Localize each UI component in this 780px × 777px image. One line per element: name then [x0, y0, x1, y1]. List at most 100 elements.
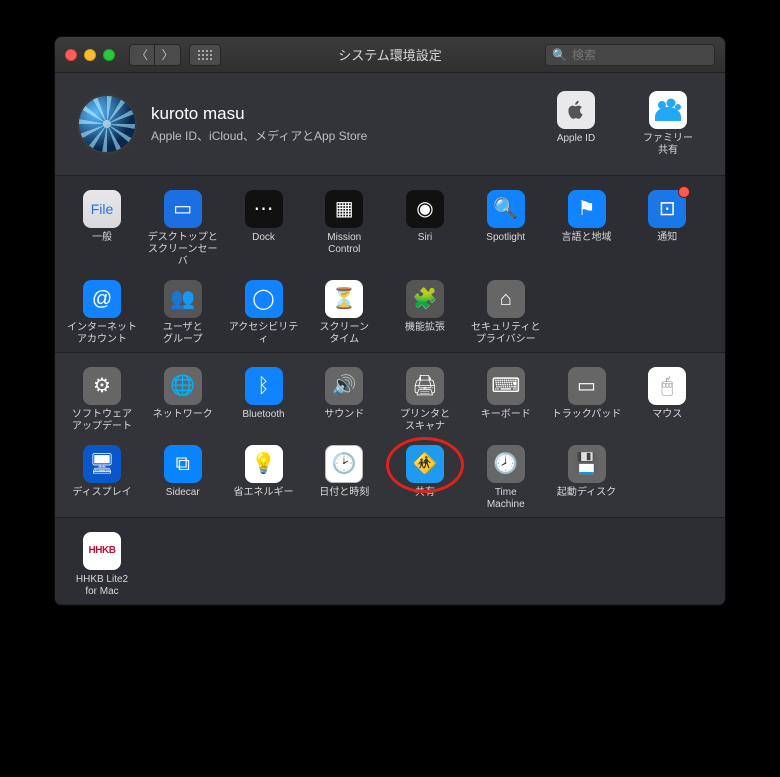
sharing-label: 共有 — [415, 487, 435, 511]
software-update-label: ソフトウェア アップデート — [72, 409, 132, 433]
close-window-button[interactable] — [65, 49, 77, 61]
dock-label: Dock — [252, 232, 275, 256]
pref-desktop[interactable]: ▭ デスクトップと スクリーンセーバ — [148, 190, 218, 268]
notification-badge — [678, 186, 690, 198]
users-groups-icon: 👥 — [164, 280, 202, 318]
pref-time-machine[interactable]: 🕗Time Machine — [471, 445, 541, 511]
sidecar-label: Sidecar — [166, 487, 200, 511]
pref-family-sharing[interactable]: ファミリー 共有 — [633, 91, 703, 157]
accessibility-icon: ◯ — [245, 280, 283, 318]
time-machine-icon: 🕗 — [487, 445, 525, 483]
language-region-icon: ⚑ — [568, 190, 606, 228]
mission-control-label: Mission Control — [327, 232, 361, 256]
pref-users-groups[interactable]: 👥 ユーザと グループ — [148, 280, 218, 346]
pref-network[interactable]: 🌐ネットワーク — [148, 367, 218, 433]
third-party-prefs: HHKB HHKB Lite2 for Mac — [55, 518, 725, 605]
dock-icon: ⋯ — [245, 190, 283, 228]
sharing-icon: 🚸 — [406, 445, 444, 483]
system-preferences-window: 〈 〉 システム環境設定 🔍 kuroto masu Apple ID、iClo… — [54, 36, 726, 606]
pref-sound[interactable]: 🔊サウンド — [309, 367, 379, 433]
hhkb-lite2-icon: HHKB — [83, 532, 121, 570]
trackpad-label: トラックパッド — [552, 409, 622, 433]
account-header: kuroto masu Apple ID、iCloud、メディアとApp Sto… — [55, 73, 725, 176]
sound-icon: 🔊 — [325, 367, 363, 405]
software-update-icon: ⚙ — [83, 367, 121, 405]
pref-internet-accounts[interactable]: @インターネット アカウント — [67, 280, 137, 346]
mission-control-icon: ▦ — [325, 190, 363, 228]
pref-general[interactable]: File一般 — [67, 190, 137, 268]
grid-icon — [197, 49, 213, 61]
back-button[interactable]: 〈 — [129, 44, 155, 66]
window-controls — [65, 49, 115, 61]
screen-time-icon: ⏳ — [325, 280, 363, 318]
pref-siri[interactable]: ◉Siri — [390, 190, 460, 268]
nav-buttons: 〈 〉 — [129, 44, 181, 66]
pref-apple-id[interactable]: Apple ID — [541, 91, 611, 157]
user-meta: kuroto masu Apple ID、iCloud、メディアとApp Sto… — [151, 104, 541, 144]
screen-time-label: スクリーン タイム — [320, 322, 370, 346]
show-all-button[interactable] — [189, 44, 221, 66]
pref-bluetooth[interactable]: ᛒBluetooth — [229, 367, 299, 433]
standard-prefs-1: File一般 ▭ デスクトップと スクリーンセーバ ⋯ Dock ▦ Mission Con… — [55, 176, 725, 353]
desktop-label: デスクトップと スクリーンセーバ — [148, 232, 218, 268]
minimize-window-button[interactable] — [84, 49, 96, 61]
pref-dock[interactable]: ⋯ Dock — [229, 190, 299, 268]
search-icon: 🔍 — [552, 48, 567, 62]
mouse-label: マウス — [652, 409, 682, 433]
search-input[interactable] — [572, 48, 726, 62]
pref-spotlight[interactable]: 🔍Spotlight — [471, 190, 541, 268]
pref-screen-time[interactable]: ⏳ スクリーン タイム — [309, 280, 379, 346]
siri-label: Siri — [418, 232, 432, 256]
date-time-icon: 🕑 — [325, 445, 363, 483]
pref-sharing[interactable]: 🚸 共有 — [390, 445, 460, 511]
general-label: 一般 — [92, 232, 112, 256]
pref-software-update[interactable]: ⚙ ソフトウェア アップデート — [67, 367, 137, 433]
hhkb-lite2-label: HHKB Lite2 for Mac — [76, 574, 128, 598]
accessibility-label: アクセシビリティ — [229, 322, 299, 346]
pref-extensions[interactable]: 🧩機能拡張 — [390, 280, 460, 346]
user-name: kuroto masu — [151, 104, 541, 124]
mouse-icon: 🖱 — [648, 367, 686, 405]
pref-keyboard[interactable]: ⌨ キーボード — [471, 367, 541, 433]
pref-printers-scanners[interactable]: 🖨 プリンタと スキャナ — [390, 367, 460, 433]
user-avatar[interactable] — [77, 94, 137, 154]
keyboard-icon: ⌨ — [487, 367, 525, 405]
family-sharing-icon — [649, 91, 687, 129]
titlebar: 〈 〉 システム環境設定 🔍 — [55, 37, 725, 73]
notifications-icon: ⊡ — [648, 190, 686, 228]
notifications-label: 通知 — [657, 232, 677, 256]
language-region-label: 言語と地域 — [562, 232, 612, 256]
pref-mission-control[interactable]: ▦ Mission Control — [309, 190, 379, 268]
keyboard-label: キーボード — [481, 409, 531, 433]
energy-saver-label: 省エネルギー — [234, 487, 294, 511]
pref-accessibility[interactable]: ◯ アクセシビリティ — [229, 280, 299, 346]
pref-startup-disk[interactable]: 💾起動ディスク — [552, 445, 622, 511]
pref-notifications[interactable]: ⊡ 通知 — [632, 190, 702, 268]
pref-security-privacy[interactable]: ⌂セキュリティと プライバシー — [471, 280, 541, 346]
forward-button[interactable]: 〉 — [155, 44, 181, 66]
desktop-icon: ▭ — [164, 190, 202, 228]
startup-disk-icon: 💾 — [568, 445, 606, 483]
pref-energy-saver[interactable]: 💡省エネルギー — [229, 445, 299, 511]
users-groups-label: ユーザと グループ — [163, 322, 203, 346]
pref-language-region[interactable]: ⚑ 言語と地域 — [552, 190, 622, 268]
pref-sidecar[interactable]: ⧉Sidecar — [148, 445, 218, 511]
pref-displays[interactable]: 🖥ディスプレイ — [67, 445, 137, 511]
user-subtitle: Apple ID、iCloud、メディアとApp Store — [151, 127, 541, 144]
search-field[interactable]: 🔍 — [545, 44, 715, 66]
apple-id-icon — [557, 91, 595, 129]
pref-trackpad[interactable]: ▭ トラックパッド — [552, 367, 622, 433]
printers-scanners-label: プリンタと スキャナ — [400, 409, 450, 433]
network-label: ネットワーク — [153, 409, 213, 433]
trackpad-icon: ▭ — [568, 367, 606, 405]
pref-mouse[interactable]: 🖱 マウス — [632, 367, 702, 433]
internet-accounts-label: インターネット アカウント — [67, 322, 137, 346]
zoom-window-button[interactable] — [103, 49, 115, 61]
standard-prefs-2: ⚙ ソフトウェア アップデート 🌐ネットワークᛒBluetooth🔊サウンド 🖨 プリン… — [55, 353, 725, 518]
spotlight-label: Spotlight — [486, 232, 525, 256]
security-privacy-label: セキュリティと プライバシー — [471, 322, 540, 346]
pref-date-time[interactable]: 🕑 日付と時刻 — [309, 445, 379, 511]
date-time-label: 日付と時刻 — [319, 487, 369, 511]
printers-scanners-icon: 🖨 — [406, 367, 444, 405]
pref-hhkb-lite2[interactable]: HHKB HHKB Lite2 for Mac — [67, 532, 137, 598]
